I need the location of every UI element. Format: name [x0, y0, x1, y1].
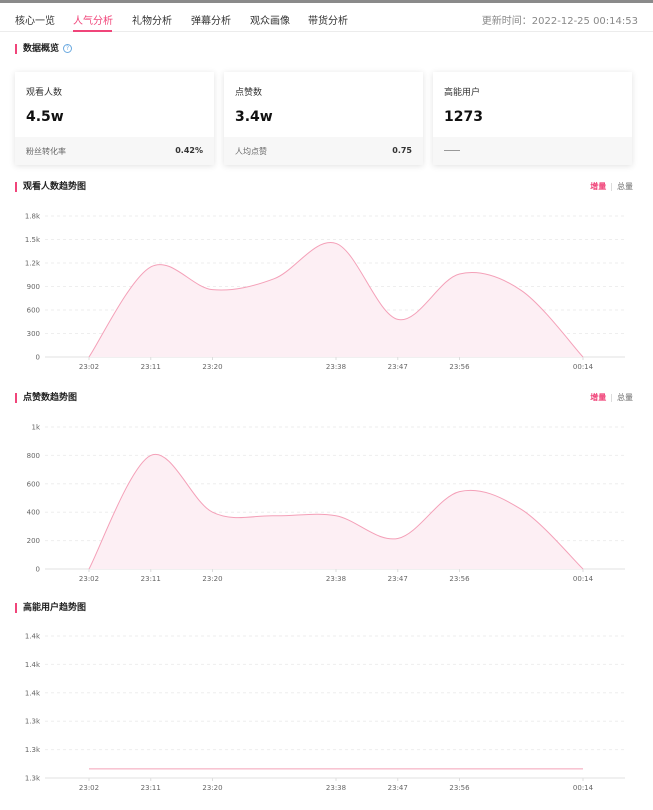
- x-tick-label: 00:14: [573, 363, 594, 371]
- x-tick-label: 23:56: [449, 575, 470, 583]
- card-label: 高能用户: [444, 88, 481, 98]
- series-area: [89, 454, 583, 569]
- update-time: 更新时间：2022-12-25 00:14:53: [481, 16, 638, 27]
- empty-value-dash: [444, 150, 460, 151]
- x-tick-label: 23:38: [326, 575, 346, 583]
- y-tick-label: 1.3k: [25, 775, 41, 783]
- chart-title-high-energy-users: 高能用户趋势图: [15, 603, 86, 613]
- x-tick-label: 23:02: [79, 784, 99, 792]
- toggle-total[interactable]: 总量: [617, 393, 633, 402]
- x-tick-label: 23:38: [326, 363, 346, 371]
- series-area: [89, 242, 583, 357]
- tab-audience-profile[interactable]: 观众画像: [250, 12, 290, 27]
- x-tick-label: 23:20: [202, 784, 222, 792]
- x-tick-label: 23:47: [388, 575, 408, 583]
- tab-core-overview[interactable]: 核心一览: [15, 12, 55, 27]
- x-tick-label: 23:56: [449, 784, 470, 792]
- viewers-trend-chart: 0 300 600 900 1.2k 1.5k 1.8k 23:02 23:11 23:20 23:…: [25, 213, 625, 371]
- y-tick-label: 1.5k: [25, 236, 41, 244]
- x-tick-label: 23:47: [388, 784, 408, 792]
- chart-title-viewers: 观看人数趋势图: [15, 182, 86, 192]
- card-footer: 粉丝转化率 0.42%: [15, 137, 214, 165]
- question-circle-icon[interactable]: ?: [63, 44, 73, 53]
- card-viewers: 观看人数 4.5w 粉丝转化率 0.42%: [15, 72, 214, 165]
- x-tick-label: 23:02: [79, 363, 99, 371]
- increment-total-toggle: 增量 | 总量: [590, 182, 633, 191]
- card-footer-value: 0.42%: [175, 146, 203, 155]
- x-tick-label: 23:11: [141, 575, 161, 583]
- card-value: 1273: [444, 109, 483, 125]
- y-tick-label: 1.3k: [25, 746, 41, 754]
- y-tick-label: 1.8k: [25, 213, 41, 221]
- y-tick-label: 400: [27, 509, 40, 517]
- toggle-increment[interactable]: 增量: [590, 182, 606, 191]
- y-tick-label: 0: [36, 354, 40, 362]
- x-tick-label: 23:02: [79, 575, 99, 583]
- card-likes: 点赞数 3.4w 人均点赞 0.75: [224, 72, 423, 165]
- card-footer-value: 0.75: [392, 146, 412, 155]
- card-label: 点赞数: [235, 88, 263, 98]
- y-tick-label: 600: [27, 480, 40, 488]
- x-tick-label: 23:11: [141, 363, 161, 371]
- card-footer-label: 粉丝转化率: [26, 147, 66, 156]
- y-tick-label: 0: [36, 566, 40, 574]
- increment-total-toggle: 增量 | 总量: [590, 393, 633, 402]
- y-tick-label: 900: [27, 283, 40, 291]
- tab-gift-analysis[interactable]: 礼物分析: [132, 12, 172, 27]
- y-tick-label: 300: [27, 330, 40, 338]
- y-tick-label: 200: [27, 537, 40, 545]
- y-tick-label: 600: [27, 307, 40, 315]
- card-value: 3.4w: [235, 109, 273, 125]
- y-tick-label: 800: [27, 452, 40, 460]
- tab-danmaku-analysis[interactable]: 弹幕分析: [191, 12, 231, 27]
- y-tick-label: 1.4k: [25, 633, 41, 641]
- card-value: 4.5w: [26, 109, 64, 125]
- toggle-increment[interactable]: 增量: [590, 393, 606, 402]
- card-footer: [433, 137, 632, 165]
- x-tick-label: 23:38: [326, 784, 346, 792]
- active-tab-indicator: [73, 30, 112, 32]
- likes-trend-chart: 0 200 400 600 800 1k 23:02 23:11 23:20 23:38 23:47…: [27, 424, 625, 583]
- card-high-energy-users: 高能用户 1273: [433, 72, 632, 165]
- tab-popularity-analysis[interactable]: 人气分析: [73, 12, 113, 27]
- x-tick-label: 23:56: [449, 363, 470, 371]
- x-tick-label: 23:20: [202, 575, 222, 583]
- x-tick-label: 00:14: [573, 784, 594, 792]
- y-tick-label: 1k: [31, 424, 40, 432]
- toggle-total[interactable]: 总量: [617, 182, 633, 191]
- chart-title-likes: 点赞数趋势图: [15, 393, 77, 403]
- x-tick-label: 23:47: [388, 363, 408, 371]
- overview-title: 数据概览?: [15, 44, 73, 54]
- y-tick-label: 1.3k: [25, 718, 41, 726]
- x-tick-label: 23:11: [141, 784, 161, 792]
- x-tick-label: 00:14: [573, 575, 594, 583]
- card-footer: 人均点赞 0.75: [224, 137, 423, 165]
- card-label: 观看人数: [26, 88, 63, 98]
- y-tick-label: 1.2k: [25, 260, 41, 268]
- y-tick-label: 1.4k: [25, 689, 41, 697]
- tab-sales-analysis[interactable]: 带货分析: [308, 12, 348, 27]
- y-tick-label: 1.4k: [25, 661, 41, 669]
- x-tick-label: 23:20: [202, 363, 222, 371]
- overview-title-text: 数据概览: [23, 44, 60, 54]
- tab-bar: 核心一览 人气分析 礼物分析 弹幕分析 观众画像 带货分析 更新时间：2022-…: [0, 3, 653, 32]
- card-footer-label: 人均点赞: [235, 147, 267, 156]
- high-energy-users-trend-chart: 1.3k 1.3k 1.3k 1.4k 1.4k 1.4k 23:02 23:11 23:20 2…: [25, 633, 625, 792]
